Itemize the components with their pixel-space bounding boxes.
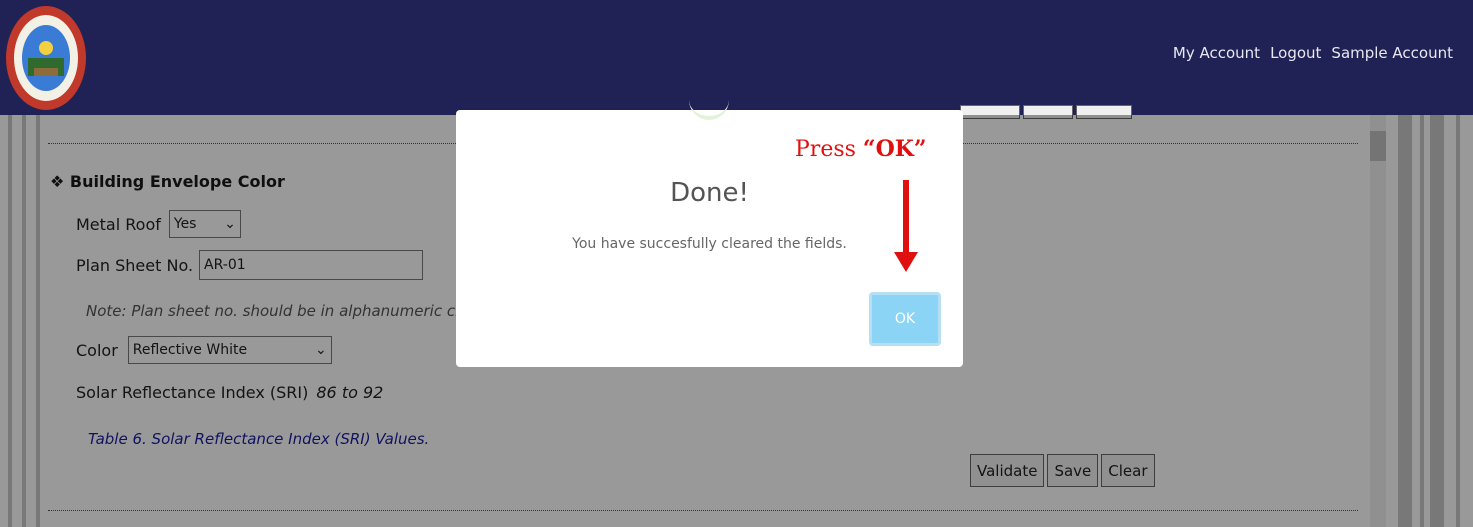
sample-account-link[interactable]: Sample Account — [1331, 44, 1453, 62]
press-ok-annotation: Press “OK” — [795, 136, 927, 162]
dialog-message: You have succesfully cleared the fields. — [572, 236, 847, 252]
my-account-link[interactable]: My Account — [1173, 44, 1260, 62]
top-nav: My Account Logout Sample Account — [1173, 44, 1453, 62]
app-header: My Account Logout Sample Account — [0, 0, 1473, 115]
city-seal-logo[interactable] — [4, 4, 88, 112]
logout-link[interactable]: Logout — [1270, 44, 1321, 62]
dialog-title: Done! — [670, 178, 749, 208]
ok-button[interactable]: OK — [869, 292, 941, 346]
arrow-down-icon — [894, 180, 918, 272]
success-icon — [689, 100, 729, 120]
